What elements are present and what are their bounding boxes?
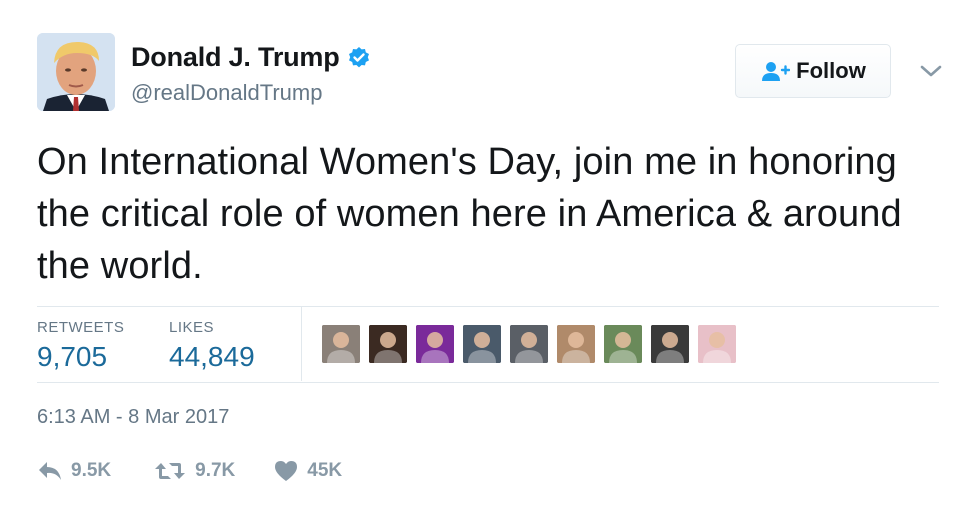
liker-avatars xyxy=(322,325,745,363)
liker-avatar-6[interactable] xyxy=(557,325,595,363)
retweet-icon xyxy=(155,463,186,479)
reply-button[interactable]: 9.5K xyxy=(37,460,111,482)
retweets-count[interactable]: 9,705 xyxy=(37,341,107,373)
user-avatar-image xyxy=(37,33,115,111)
stats-vertical-divider xyxy=(301,307,302,381)
liker-avatar-7[interactable] xyxy=(604,325,642,363)
follow-button-label: Follow xyxy=(796,58,866,83)
stats-top-divider xyxy=(37,306,939,307)
retweet-count: 9.7K xyxy=(195,460,236,481)
tweet-timestamp[interactable]: 6:13 AM - 8 Mar 2017 xyxy=(37,406,229,429)
liker-avatar-8[interactable] xyxy=(651,325,689,363)
tweet-text: On International Women's Day, join me in… xyxy=(37,141,902,287)
heart-icon xyxy=(275,461,298,481)
liker-avatar-4[interactable] xyxy=(463,325,501,363)
name-row: Donald J. Trump xyxy=(131,42,371,73)
liker-avatar-5[interactable] xyxy=(510,325,548,363)
retweets-label[interactable]: RETWEETS xyxy=(37,319,124,336)
display-name[interactable]: Donald J. Trump xyxy=(131,42,340,73)
follow-button[interactable]: Follow xyxy=(735,44,891,98)
user-handle[interactable]: @realDonaldTrump xyxy=(131,80,322,106)
reply-count: 9.5K xyxy=(71,460,112,481)
liker-avatar-2[interactable] xyxy=(369,325,407,363)
like-count: 45K xyxy=(307,460,343,481)
liker-avatar-1[interactable] xyxy=(322,325,360,363)
likes-count[interactable]: 44,849 xyxy=(169,341,255,373)
liker-avatar-3[interactable] xyxy=(416,325,454,363)
add-user-icon xyxy=(760,60,791,82)
like-button[interactable]: 45K xyxy=(273,460,342,482)
reply-icon xyxy=(39,462,61,480)
chevron-down-icon[interactable] xyxy=(918,62,944,80)
tweet-actions: 9.5K 9.7K 45K xyxy=(37,456,342,486)
liker-avatar-9[interactable] xyxy=(698,325,736,363)
verified-badge-icon xyxy=(347,46,371,70)
stats-bottom-divider xyxy=(37,382,939,383)
likes-label[interactable]: LIKES xyxy=(169,319,214,336)
user-avatar[interactable] xyxy=(37,33,115,111)
retweet-button[interactable]: 9.7K xyxy=(153,460,235,482)
